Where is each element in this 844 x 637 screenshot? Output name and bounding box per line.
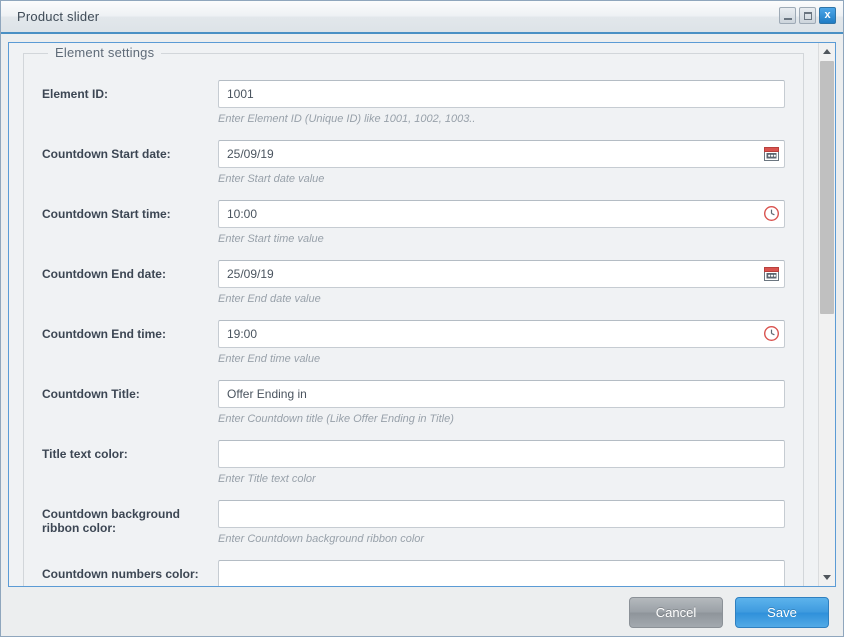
field-label-end-time: Countdown End time: bbox=[42, 327, 166, 341]
field-label-ribbon-color: Countdown background ribbon color: bbox=[42, 507, 180, 535]
field-label-countdown-title: Countdown Title: bbox=[42, 387, 140, 401]
end-time-input[interactable] bbox=[218, 320, 785, 348]
field-label-numbers-color: Countdown numbers color: bbox=[42, 567, 199, 581]
field-help-countdown-title: Enter Countdown title (Like Offer Ending… bbox=[218, 413, 454, 425]
field-control-title-text-color: Enter Title text color bbox=[218, 440, 785, 486]
dialog-body: Element settings Element ID: Enter Eleme… bbox=[1, 34, 843, 589]
start-date-input[interactable] bbox=[218, 140, 785, 168]
element-settings-fieldset: Element settings Element ID: Enter Eleme… bbox=[23, 45, 804, 586]
field-help-end-date: Enter End date value bbox=[218, 293, 321, 305]
maximize-button[interactable] bbox=[799, 7, 816, 24]
field-label-title-text-color: Title text color: bbox=[42, 447, 128, 461]
field-control-ribbon-color: Enter Countdown background ribbon color bbox=[218, 500, 785, 546]
field-label-start-time: Countdown Start time: bbox=[42, 207, 171, 221]
scroll-up-arrow-icon[interactable] bbox=[819, 43, 835, 60]
clock-icon[interactable] bbox=[763, 205, 780, 222]
field-row-title-text-color: Title text color: Enter Title text color bbox=[42, 440, 785, 486]
scroll-down-arrow-icon[interactable] bbox=[819, 569, 835, 586]
field-row-ribbon-color: Countdown background ribbon color: Enter… bbox=[42, 500, 785, 546]
field-label-start-date: Countdown Start date: bbox=[42, 147, 171, 161]
close-button[interactable]: x bbox=[819, 7, 836, 24]
save-button[interactable]: Save bbox=[735, 597, 829, 628]
maximize-icon bbox=[803, 11, 812, 20]
field-row-element-id: Element ID: Enter Element ID (Unique ID)… bbox=[42, 80, 785, 126]
window-controls: x bbox=[779, 7, 836, 24]
dialog-title: Product slider bbox=[17, 9, 100, 24]
field-control-numbers-color: Enter countdown numbers color bbox=[218, 560, 785, 586]
ribbon-color-input[interactable] bbox=[218, 500, 785, 528]
field-control-start-time: Enter Start time value bbox=[218, 200, 785, 246]
field-row-countdown-title: Countdown Title: Enter Countdown title (… bbox=[42, 380, 785, 426]
settings-scroll-area: Element settings Element ID: Enter Eleme… bbox=[9, 43, 818, 586]
cancel-button[interactable]: Cancel bbox=[629, 597, 723, 628]
scrollbar-thumb[interactable] bbox=[820, 61, 834, 314]
field-row-end-time: Countdown End time: 19:00 Enter End time… bbox=[42, 320, 785, 366]
minimize-icon bbox=[783, 17, 792, 20]
field-control-countdown-title: Enter Countdown title (Like Offer Ending… bbox=[218, 380, 785, 426]
field-help-element-id: Enter Element ID (Unique ID) like 1001, … bbox=[218, 113, 476, 125]
field-help-start-time: Enter Start time value bbox=[218, 233, 324, 245]
dialog-footer: Cancel Save bbox=[1, 589, 843, 636]
vertical-scrollbar[interactable] bbox=[818, 43, 835, 586]
start-time-input[interactable] bbox=[218, 200, 785, 228]
end-date-input[interactable] bbox=[218, 260, 785, 288]
title-text-color-input[interactable] bbox=[218, 440, 785, 468]
minimize-button[interactable] bbox=[779, 7, 796, 24]
clock-icon[interactable] bbox=[763, 325, 780, 342]
field-help-end-time: Enter End time value bbox=[218, 353, 321, 365]
field-row-start-date: Countdown Start date: 25/09/19 Enter Sta… bbox=[42, 140, 785, 186]
field-control-end-date: Enter End date value bbox=[218, 260, 785, 306]
product-slider-dialog: Product slider x Element settings Elemen… bbox=[0, 0, 844, 637]
settings-panel: Element settings Element ID: Enter Eleme… bbox=[8, 42, 836, 587]
countdown-title-input[interactable] bbox=[218, 380, 785, 408]
field-row-start-time: Countdown Start time: 10:00 Enter Start … bbox=[42, 200, 785, 246]
calendar-icon[interactable] bbox=[763, 265, 780, 282]
field-row-end-date: Countdown End date: 25/09/19 Enter End d… bbox=[42, 260, 785, 306]
field-label-end-date: Countdown End date: bbox=[42, 267, 166, 281]
element-id-input[interactable] bbox=[218, 80, 785, 108]
field-help-ribbon-color: Enter Countdown background ribbon color bbox=[218, 533, 425, 545]
field-control-end-time: Enter End time value bbox=[218, 320, 785, 366]
field-label-element-id: Element ID: bbox=[42, 87, 109, 101]
field-help-start-date: Enter Start date value bbox=[218, 173, 325, 185]
field-control-element-id: Enter Element ID (Unique ID) like 1001, … bbox=[218, 80, 785, 126]
calendar-icon[interactable] bbox=[763, 145, 780, 162]
field-control-start-date: Enter Start date value bbox=[218, 140, 785, 186]
field-row-numbers-color: Countdown numbers color: Enter countdown… bbox=[42, 560, 785, 586]
field-help-title-text-color: Enter Title text color bbox=[218, 473, 316, 485]
dialog-titlebar: Product slider x bbox=[1, 1, 843, 34]
numbers-color-input[interactable] bbox=[218, 560, 785, 586]
element-settings-legend: Element settings bbox=[48, 45, 162, 60]
